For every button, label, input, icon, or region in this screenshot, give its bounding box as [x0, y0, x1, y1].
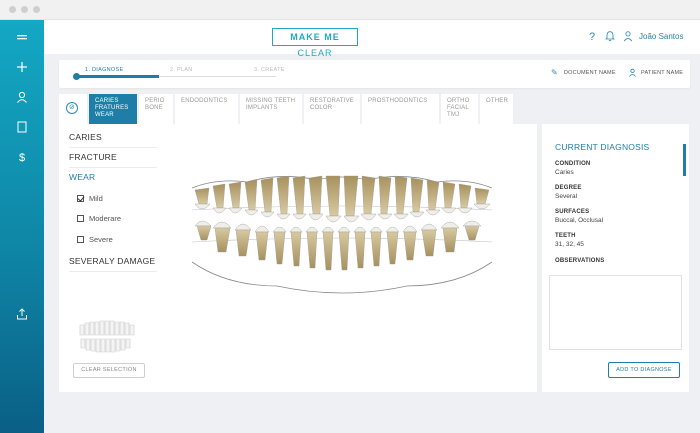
- teeth-value: 31, 32, 45: [555, 241, 584, 248]
- menu-icon[interactable]: [12, 28, 32, 48]
- tab-caries-fractures-wear[interactable]: CARIES FRATURES WEAR: [89, 94, 138, 124]
- teeth-label: TEETH: [555, 233, 576, 239]
- mini-teeth-preview[interactable]: [74, 319, 144, 355]
- degree-label: DEGREE: [555, 185, 582, 191]
- chart-panel: CARIES FRACTURE WEAR Mild Moderare Sever…: [59, 124, 537, 392]
- tab-ortho-facial-tmj[interactable]: ORTHO FACIAL TMJ: [441, 94, 479, 124]
- checkbox[interactable]: [77, 236, 84, 243]
- step-create[interactable]: 3. CREATE: [254, 67, 285, 73]
- patient-icon: [628, 68, 638, 78]
- tab-toggle-visibility[interactable]: ⊘: [59, 94, 88, 124]
- dollar-icon[interactable]: $: [12, 147, 32, 167]
- diagnosis-title: CURRENT DIAGNOSIS: [555, 142, 650, 152]
- diagnosis-scrollbar[interactable]: [683, 144, 686, 176]
- category-caries[interactable]: CARIES: [69, 132, 157, 148]
- upload-icon[interactable]: [12, 304, 32, 324]
- observations-label: OBSERVATIONS: [555, 258, 605, 264]
- add-to-diagnose-button[interactable]: ADD TO DIAGNOSE: [608, 362, 680, 378]
- app-header: MAKE ME CLEAR ? João Santos: [44, 20, 700, 58]
- user-name[interactable]: João Santos: [639, 32, 683, 41]
- step-progress: [76, 75, 159, 78]
- checkbox[interactable]: [77, 215, 84, 222]
- app-logo[interactable]: MAKE ME CLEAR: [272, 28, 358, 58]
- tab-label-line: RESTORATIVE: [310, 98, 354, 104]
- tab-perio-bone[interactable]: PERIO BONE: [139, 94, 174, 124]
- degree-value: Several: [555, 193, 578, 200]
- tab-label-line: ORTHO: [447, 98, 470, 104]
- category-severely-damage[interactable]: SEVERALY DAMAGE: [69, 256, 157, 272]
- steps-bar: 1. DIAGNOSE 2. PLAN 3. CREATE ✎ DOCUMENT…: [59, 60, 690, 88]
- patient-name[interactable]: PATIENT NAME: [641, 70, 683, 76]
- document-icon[interactable]: [12, 117, 32, 137]
- wear-option-mild[interactable]: Mild: [77, 194, 103, 203]
- tab-label-line: PERIO: [145, 98, 165, 104]
- wear-option-severe[interactable]: Severe: [77, 235, 113, 244]
- tab-label-line: TMJ: [447, 112, 460, 118]
- window-minimize-dot[interactable]: [21, 6, 28, 13]
- document-name[interactable]: DOCUMENT NAME: [564, 70, 616, 76]
- surfaces-value: Buccal, Occlusal: [555, 217, 604, 224]
- add-icon[interactable]: [12, 57, 32, 77]
- user-icon[interactable]: [12, 87, 32, 107]
- logo-bold-text: MAKE ME: [290, 32, 340, 42]
- category-fracture[interactable]: FRACTURE: [69, 152, 157, 168]
- main-area: MAKE ME CLEAR ? João Santos 1. DIAGNOSE …: [44, 20, 700, 433]
- wear-option-moderate[interactable]: Moderare: [77, 214, 121, 223]
- wear-option-label: Severe: [89, 235, 113, 244]
- tab-label-line: FACIAL: [447, 105, 469, 111]
- condition-label: CONDITION: [555, 161, 591, 167]
- tab-label-line: CARIES: [95, 98, 119, 104]
- step-current-dot: [73, 73, 80, 80]
- bell-icon[interactable]: [603, 30, 617, 44]
- logo-light-text: CLEAR: [297, 48, 333, 58]
- help-icon[interactable]: ?: [585, 30, 599, 44]
- window-maximize-dot[interactable]: [33, 6, 40, 13]
- pencil-icon: ✎: [551, 68, 558, 77]
- tab-other[interactable]: OTHER: [480, 94, 514, 124]
- tab-label-line: ENDODONTICS: [181, 98, 228, 104]
- step-plan[interactable]: 2. PLAN: [170, 67, 193, 73]
- tab-label-line: WEAR: [95, 112, 114, 118]
- tab-prosthodontics[interactable]: PROSTHODONTICS: [362, 94, 440, 124]
- clear-selection-button[interactable]: CLEAR SELECTION: [73, 363, 145, 378]
- tab-label-line: COLOR: [310, 105, 333, 111]
- tab-label-line: BONE: [145, 105, 163, 111]
- user-avatar-icon[interactable]: [621, 30, 635, 44]
- category-wear[interactable]: WEAR: [69, 172, 157, 187]
- tab-missing-teeth-implants[interactable]: MISSING TEETH IMPLANTS: [240, 94, 303, 124]
- svg-text:$: $: [19, 152, 25, 164]
- sidebar: $: [0, 20, 44, 433]
- tab-label-line: IMPLANTS: [246, 105, 278, 111]
- tab-restorative-color[interactable]: RESTORATIVE COLOR: [304, 94, 361, 124]
- wear-option-label: Moderare: [89, 214, 122, 223]
- tab-label-line: FRATURES: [95, 105, 129, 111]
- tab-label-line: OTHER: [486, 98, 508, 104]
- tab-label-line: PROSTHODONTICS: [368, 98, 428, 104]
- window-close-dot[interactable]: [9, 6, 16, 13]
- diagnosis-panel: CURRENT DIAGNOSIS CONDITION Caries DEGRE…: [542, 124, 689, 392]
- observations-textarea[interactable]: [549, 275, 682, 350]
- window-titlebar: [0, 0, 700, 20]
- teeth-chart[interactable]: [187, 174, 497, 304]
- no-tooth-icon: ⊘: [66, 102, 78, 114]
- tab-endodontics[interactable]: ENDODONTICS: [175, 94, 239, 124]
- step-diagnose[interactable]: 1. DIAGNOSE: [85, 67, 123, 73]
- wear-option-label: Mild: [89, 194, 103, 203]
- surfaces-label: SURFACES: [555, 209, 590, 215]
- tab-label-line: MISSING TEETH: [246, 98, 296, 104]
- condition-value: Caries: [555, 169, 574, 176]
- checkbox-checked[interactable]: [77, 195, 84, 202]
